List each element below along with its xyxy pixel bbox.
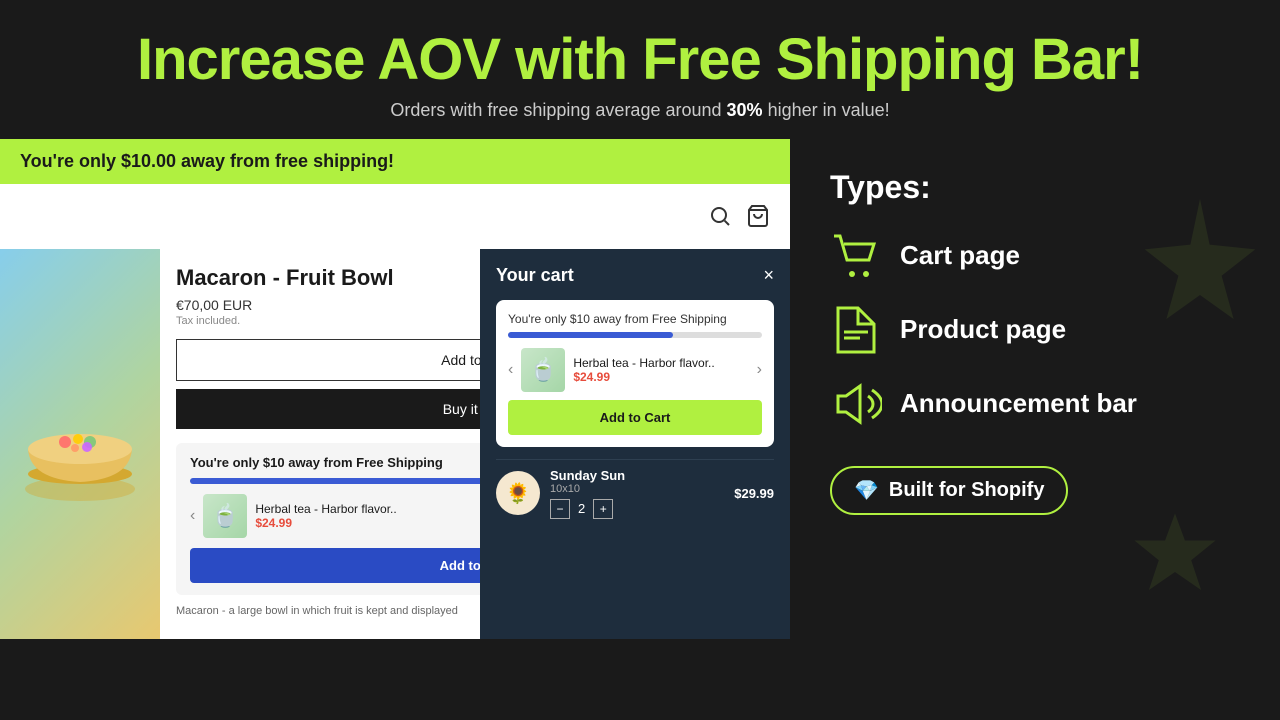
qty-minus-button[interactable]: −	[550, 499, 570, 519]
cart-item-image: 🌻	[496, 471, 540, 515]
type-name-cart: Cart page	[900, 240, 1020, 271]
cart-upsell-product-name: Herbal tea - Harbor flavor..	[573, 356, 748, 370]
cart-upsell-image: 🍵	[521, 348, 565, 392]
cart-icon[interactable]	[746, 204, 770, 228]
cart-close-button[interactable]: ×	[763, 265, 774, 286]
search-icon[interactable]	[708, 204, 732, 228]
qty-plus-button[interactable]: +	[593, 499, 613, 519]
bowl-illustration	[20, 404, 140, 504]
type-name-announcement: Announcement bar	[900, 388, 1137, 419]
product-page-icon	[830, 304, 882, 356]
cart-drawer-header: Your cart ×	[496, 265, 774, 286]
product-area: Macaron - Fruit Bowl €70,00 EUR Tax incl…	[0, 249, 790, 639]
header-subtitle: Orders with free shipping average around…	[40, 100, 1240, 121]
cart-item-info: Sunday Sun 10x10 − 2 +	[550, 468, 724, 519]
upsell-prev-button[interactable]: ‹	[190, 507, 195, 525]
cart-drawer-title: Your cart	[496, 265, 574, 286]
subtitle-bold: 30%	[727, 100, 763, 120]
cart-item-price: $29.99	[734, 486, 774, 501]
cart-item: 🌻 Sunday Sun 10x10 − 2 + $29.99	[496, 459, 774, 527]
cart-upsell-row: ‹ 🍵 Herbal tea - Harbor flavor.. $24.99 …	[508, 348, 762, 392]
page-title: Increase AOV with Free Shipping Bar!	[40, 28, 1240, 92]
subtitle-text: Orders with free shipping average around	[390, 100, 726, 120]
cart-item-variant: 10x10	[550, 483, 724, 495]
type-item-announcement: Announcement bar	[830, 378, 1240, 430]
cart-page-icon	[830, 230, 882, 282]
announcement-bar: You're only $10.00 away from free shippi…	[0, 139, 790, 184]
subtitle-end: higher in value!	[763, 100, 890, 120]
product-image-area	[0, 249, 160, 639]
cart-drawer: Your cart × You're only $10 away from Fr…	[480, 249, 790, 639]
type-name-product: Product page	[900, 314, 1066, 345]
store-icons	[708, 204, 770, 228]
right-panel: Types: Cart page Product page	[790, 139, 1280, 679]
cart-item-name: Sunday Sun	[550, 468, 724, 483]
qty-value: 2	[578, 501, 585, 516]
cart-progress-bg	[508, 332, 762, 338]
cart-upsell-product-price: $24.99	[573, 370, 748, 384]
cart-upsell-next[interactable]: ›	[757, 361, 762, 379]
cart-item-qty-row: − 2 +	[550, 499, 724, 519]
cart-upsell-widget: You're only $10 away from Free Shipping …	[496, 300, 774, 447]
main-layout: You're only $10.00 away from free shippi…	[0, 139, 1280, 679]
cart-progress-fill	[508, 332, 673, 338]
cart-upsell-info: Herbal tea - Harbor flavor.. $24.99	[573, 356, 748, 384]
header: Increase AOV with Free Shipping Bar! Ord…	[0, 0, 1280, 139]
announcement-bar-text: You're only $10.00 away from free shippi…	[20, 151, 770, 172]
store-top-bar	[0, 184, 790, 249]
left-panel: You're only $10.00 away from free shippi…	[0, 139, 790, 679]
cart-upsell-add-button[interactable]: Add to Cart	[508, 400, 762, 435]
shopify-badge[interactable]: 💎 Built for Shopify	[830, 466, 1068, 515]
shopify-gem-icon: 💎	[854, 478, 879, 503]
deco-star-1	[1140, 199, 1260, 319]
cart-upsell-prev[interactable]: ‹	[508, 361, 513, 379]
cart-upsell-title: You're only $10 away from Free Shipping	[508, 312, 762, 326]
announcement-bar-icon	[830, 378, 882, 430]
upsell-product-image: 🍵	[203, 494, 247, 538]
shopify-badge-text: Built for Shopify	[889, 479, 1045, 502]
deco-star-2	[1130, 509, 1220, 599]
